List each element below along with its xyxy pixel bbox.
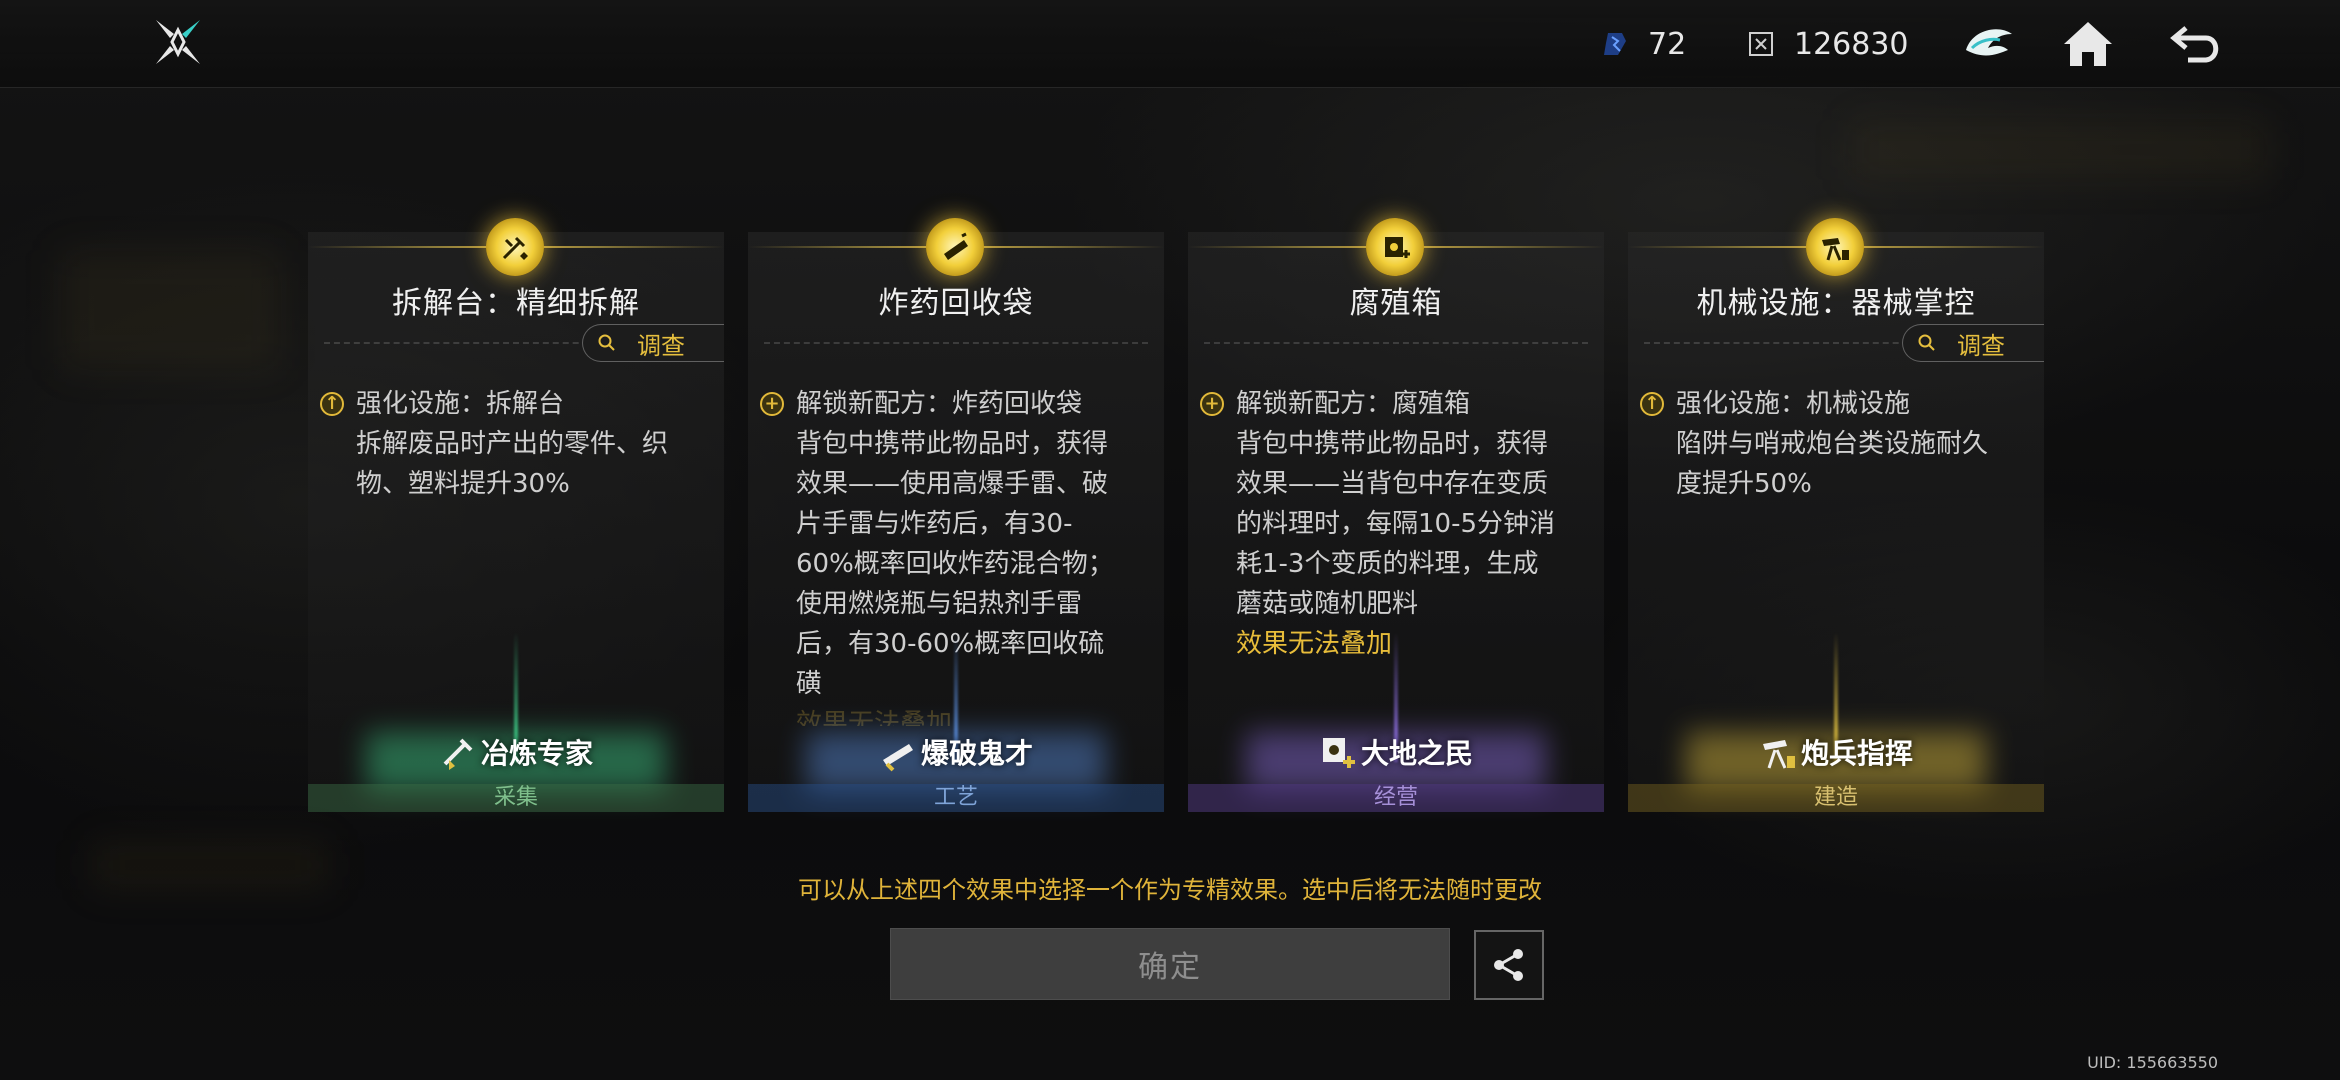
category-label: 工艺	[748, 784, 1164, 812]
investigate-button[interactable]: 调查	[582, 324, 724, 362]
perk-name: 大地之民	[1188, 732, 1604, 772]
share-button[interactable]	[1474, 930, 1544, 1000]
back-arrow-icon[interactable]	[2166, 14, 2226, 74]
card-title: 拆解台：精细拆解	[392, 286, 640, 321]
upgrade-bullet-icon: ↑	[320, 392, 344, 416]
resource-currency: 126830	[1746, 24, 1909, 64]
card-description: + 解锁新配方：腐殖箱 背包中携带此物品时，获得 效果——当背包中存在变质 的料…	[1200, 384, 1578, 664]
explosive-bag-icon	[926, 218, 984, 276]
divider	[764, 342, 1148, 344]
desc-line: 效果——当背包中存在变质	[1236, 469, 1549, 499]
desc-line: 效果——使用高爆手雷、破	[796, 469, 1109, 499]
desc-line: 物、塑料提升30%	[356, 469, 570, 499]
compost-box-icon	[1366, 218, 1424, 276]
perk-name: 冶炼专家	[308, 732, 724, 772]
desc-line: 陷阱与哨戒炮台类设施耐久	[1676, 429, 1989, 459]
energy-chip-icon	[1604, 33, 1626, 55]
desc-line: 使用燃烧瓶与铝热剂手雷	[796, 589, 1083, 619]
card-description: + 解锁新配方：炸药回收袋 背包中携带此物品时，获得 效果——使用高爆手雷、破 …	[760, 384, 1138, 726]
faction-emblem-icon[interactable]	[1958, 14, 2018, 74]
desc-line: 解锁新配方：炸药回收袋	[796, 389, 1083, 419]
desc-line: 片手雷与炸药后，有30-	[796, 509, 1073, 539]
dismantle-tool-icon	[486, 218, 544, 276]
category-label: 建造	[1628, 784, 2044, 812]
blurred-background-element	[1850, 120, 2270, 180]
category-label: 经营	[1188, 784, 1604, 812]
desc-line: 拆解废品时产出的零件、织	[356, 429, 669, 459]
investigate-button[interactable]: 调查	[1902, 324, 2044, 362]
resource-energy-value: 72	[1648, 26, 1687, 62]
investigate-label: 调查	[1957, 331, 2005, 360]
blurred-background-element	[60, 250, 280, 370]
desc-line: 强化设施：机械设施	[1676, 389, 1911, 419]
desc-line: 背包中携带此物品时，获得	[796, 429, 1109, 459]
desc-line: 耗1-3个变质的料理，生成	[1236, 549, 1539, 579]
desc-line: 强化设施：拆解台	[356, 389, 565, 419]
desc-line: 60%概率回收炸药混合物；	[796, 549, 1114, 579]
currency-icon	[1749, 32, 1773, 56]
search-icon	[1918, 334, 1935, 351]
card-description: ↑ 强化设施：拆解台 拆解废品时产出的零件、织 物、塑料提升30%	[320, 384, 698, 504]
artillery-commander-icon	[1762, 740, 1795, 769]
desc-line: 后，有30-60%概率回收硫	[796, 629, 1105, 659]
desc-line-faded: 效果无法叠加	[796, 709, 953, 726]
plus-bullet-icon: +	[760, 392, 784, 416]
upgrade-bullet-icon: ↑	[1640, 392, 1664, 416]
specialization-card-4[interactable]: 机械设施：器械掌控 调查 ↑ 强化设施：机械设施 陷阱与哨戒炮台类设施耐久 度提…	[1628, 218, 2044, 812]
specialization-card-1[interactable]: 拆解台：精细拆解 调查 ↑ 强化设施：拆解台 拆解废品时产出的零件、织 物、塑料…	[308, 218, 724, 812]
home-icon[interactable]	[2058, 14, 2118, 74]
mechanical-facility-icon	[1806, 218, 1864, 276]
user-id: UID: 155663550	[2087, 1053, 2218, 1072]
specialization-card-3[interactable]: 腐殖箱 + 解锁新配方：腐殖箱 背包中携带此物品时，获得 效果——当背包中存在变…	[1188, 218, 1604, 812]
smelting-expert-icon	[443, 738, 473, 770]
share-icon	[1494, 949, 1523, 981]
plus-bullet-icon: +	[1200, 392, 1224, 416]
game-logo-icon	[150, 14, 206, 70]
desc-line-highlight: 效果无法叠加	[1236, 629, 1393, 659]
card-title: 腐殖箱	[1349, 286, 1443, 321]
perk-name: 炮兵指挥	[1628, 732, 2044, 772]
desc-line: 解锁新配方：腐殖箱	[1236, 389, 1471, 419]
investigate-label: 调查	[637, 331, 685, 360]
specialization-card-2[interactable]: 炸药回收袋 + 解锁新配方：炸药回收袋 背包中携带此物品时，获得 效果——使用高…	[748, 218, 1164, 812]
search-icon	[598, 334, 615, 351]
desc-line: 的料理时，每隔10-5分钟消	[1236, 509, 1556, 539]
desc-line: 磺	[796, 669, 823, 699]
card-description: ↑ 强化设施：机械设施 陷阱与哨戒炮台类设施耐久 度提升50%	[1640, 384, 2018, 504]
divider	[1204, 342, 1588, 344]
desc-line: 蘑菇或随机肥料	[1236, 589, 1419, 619]
desc-line: 度提升50%	[1676, 469, 1812, 499]
confirm-button[interactable]: 确定	[890, 928, 1450, 1000]
earth-people-icon	[1322, 738, 1355, 768]
card-title: 机械设施：器械掌控	[1696, 286, 1976, 321]
desc-line: 背包中携带此物品时，获得	[1236, 429, 1549, 459]
top-bar: 72 126830	[0, 0, 2340, 88]
selection-hint: 可以从上述四个效果中选择一个作为专精效果。选中后将无法随时更改	[798, 876, 1542, 904]
category-label: 采集	[308, 784, 724, 812]
resource-currency-value: 126830	[1794, 26, 1909, 62]
perk-name: 爆破鬼才	[748, 732, 1164, 772]
card-title: 炸药回收袋	[878, 286, 1034, 321]
resource-energy: 72	[1600, 24, 1686, 64]
demolition-genius-icon	[882, 744, 913, 772]
